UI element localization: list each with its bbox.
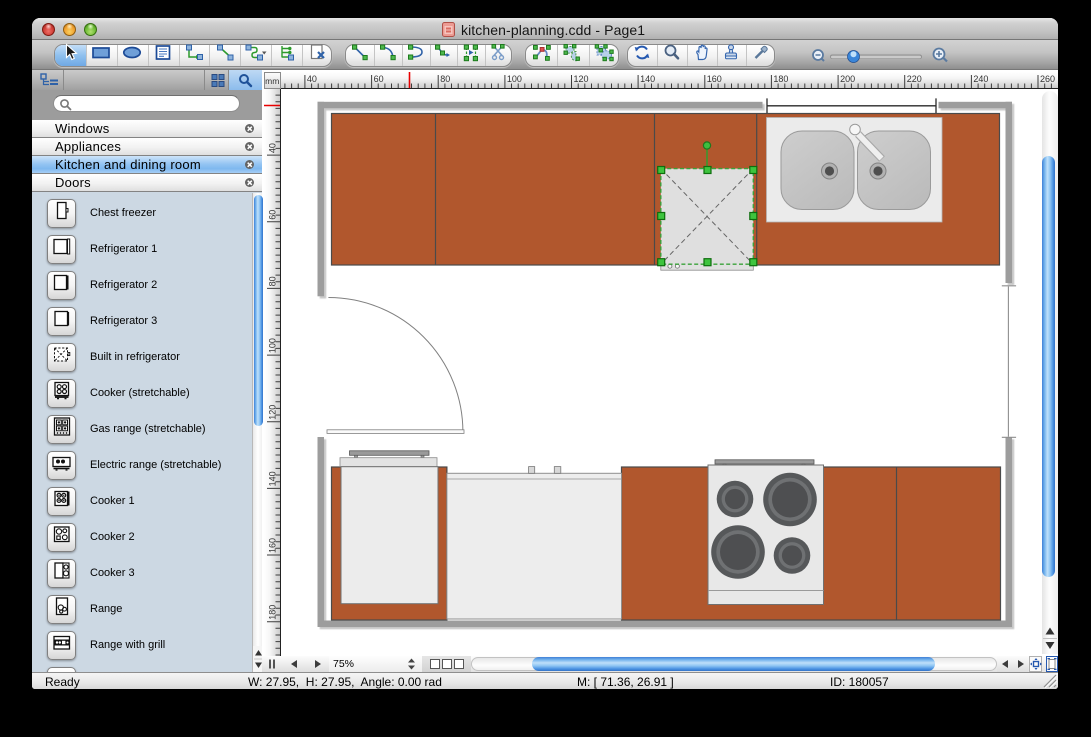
svg-text:100: 100 <box>267 338 277 353</box>
svg-text:80: 80 <box>440 74 450 84</box>
svg-text:180: 180 <box>773 74 788 84</box>
svg-text:60: 60 <box>267 210 277 220</box>
svg-text:180: 180 <box>267 605 277 620</box>
svg-text:260: 260 <box>1040 74 1055 84</box>
svg-text:140: 140 <box>640 74 655 84</box>
svg-text:60: 60 <box>374 74 384 84</box>
svg-text:220: 220 <box>907 74 922 84</box>
svg-text:160: 160 <box>707 74 722 84</box>
svg-text:140: 140 <box>267 471 277 486</box>
svg-text:200: 200 <box>840 74 855 84</box>
svg-text:80: 80 <box>267 276 277 286</box>
svg-text:100: 100 <box>507 74 522 84</box>
svg-text:240: 240 <box>973 74 988 84</box>
svg-text:120: 120 <box>267 405 277 420</box>
svg-text:40: 40 <box>307 74 317 84</box>
svg-text:40: 40 <box>267 143 277 153</box>
svg-text:120: 120 <box>574 74 589 84</box>
svg-text:160: 160 <box>267 538 277 553</box>
